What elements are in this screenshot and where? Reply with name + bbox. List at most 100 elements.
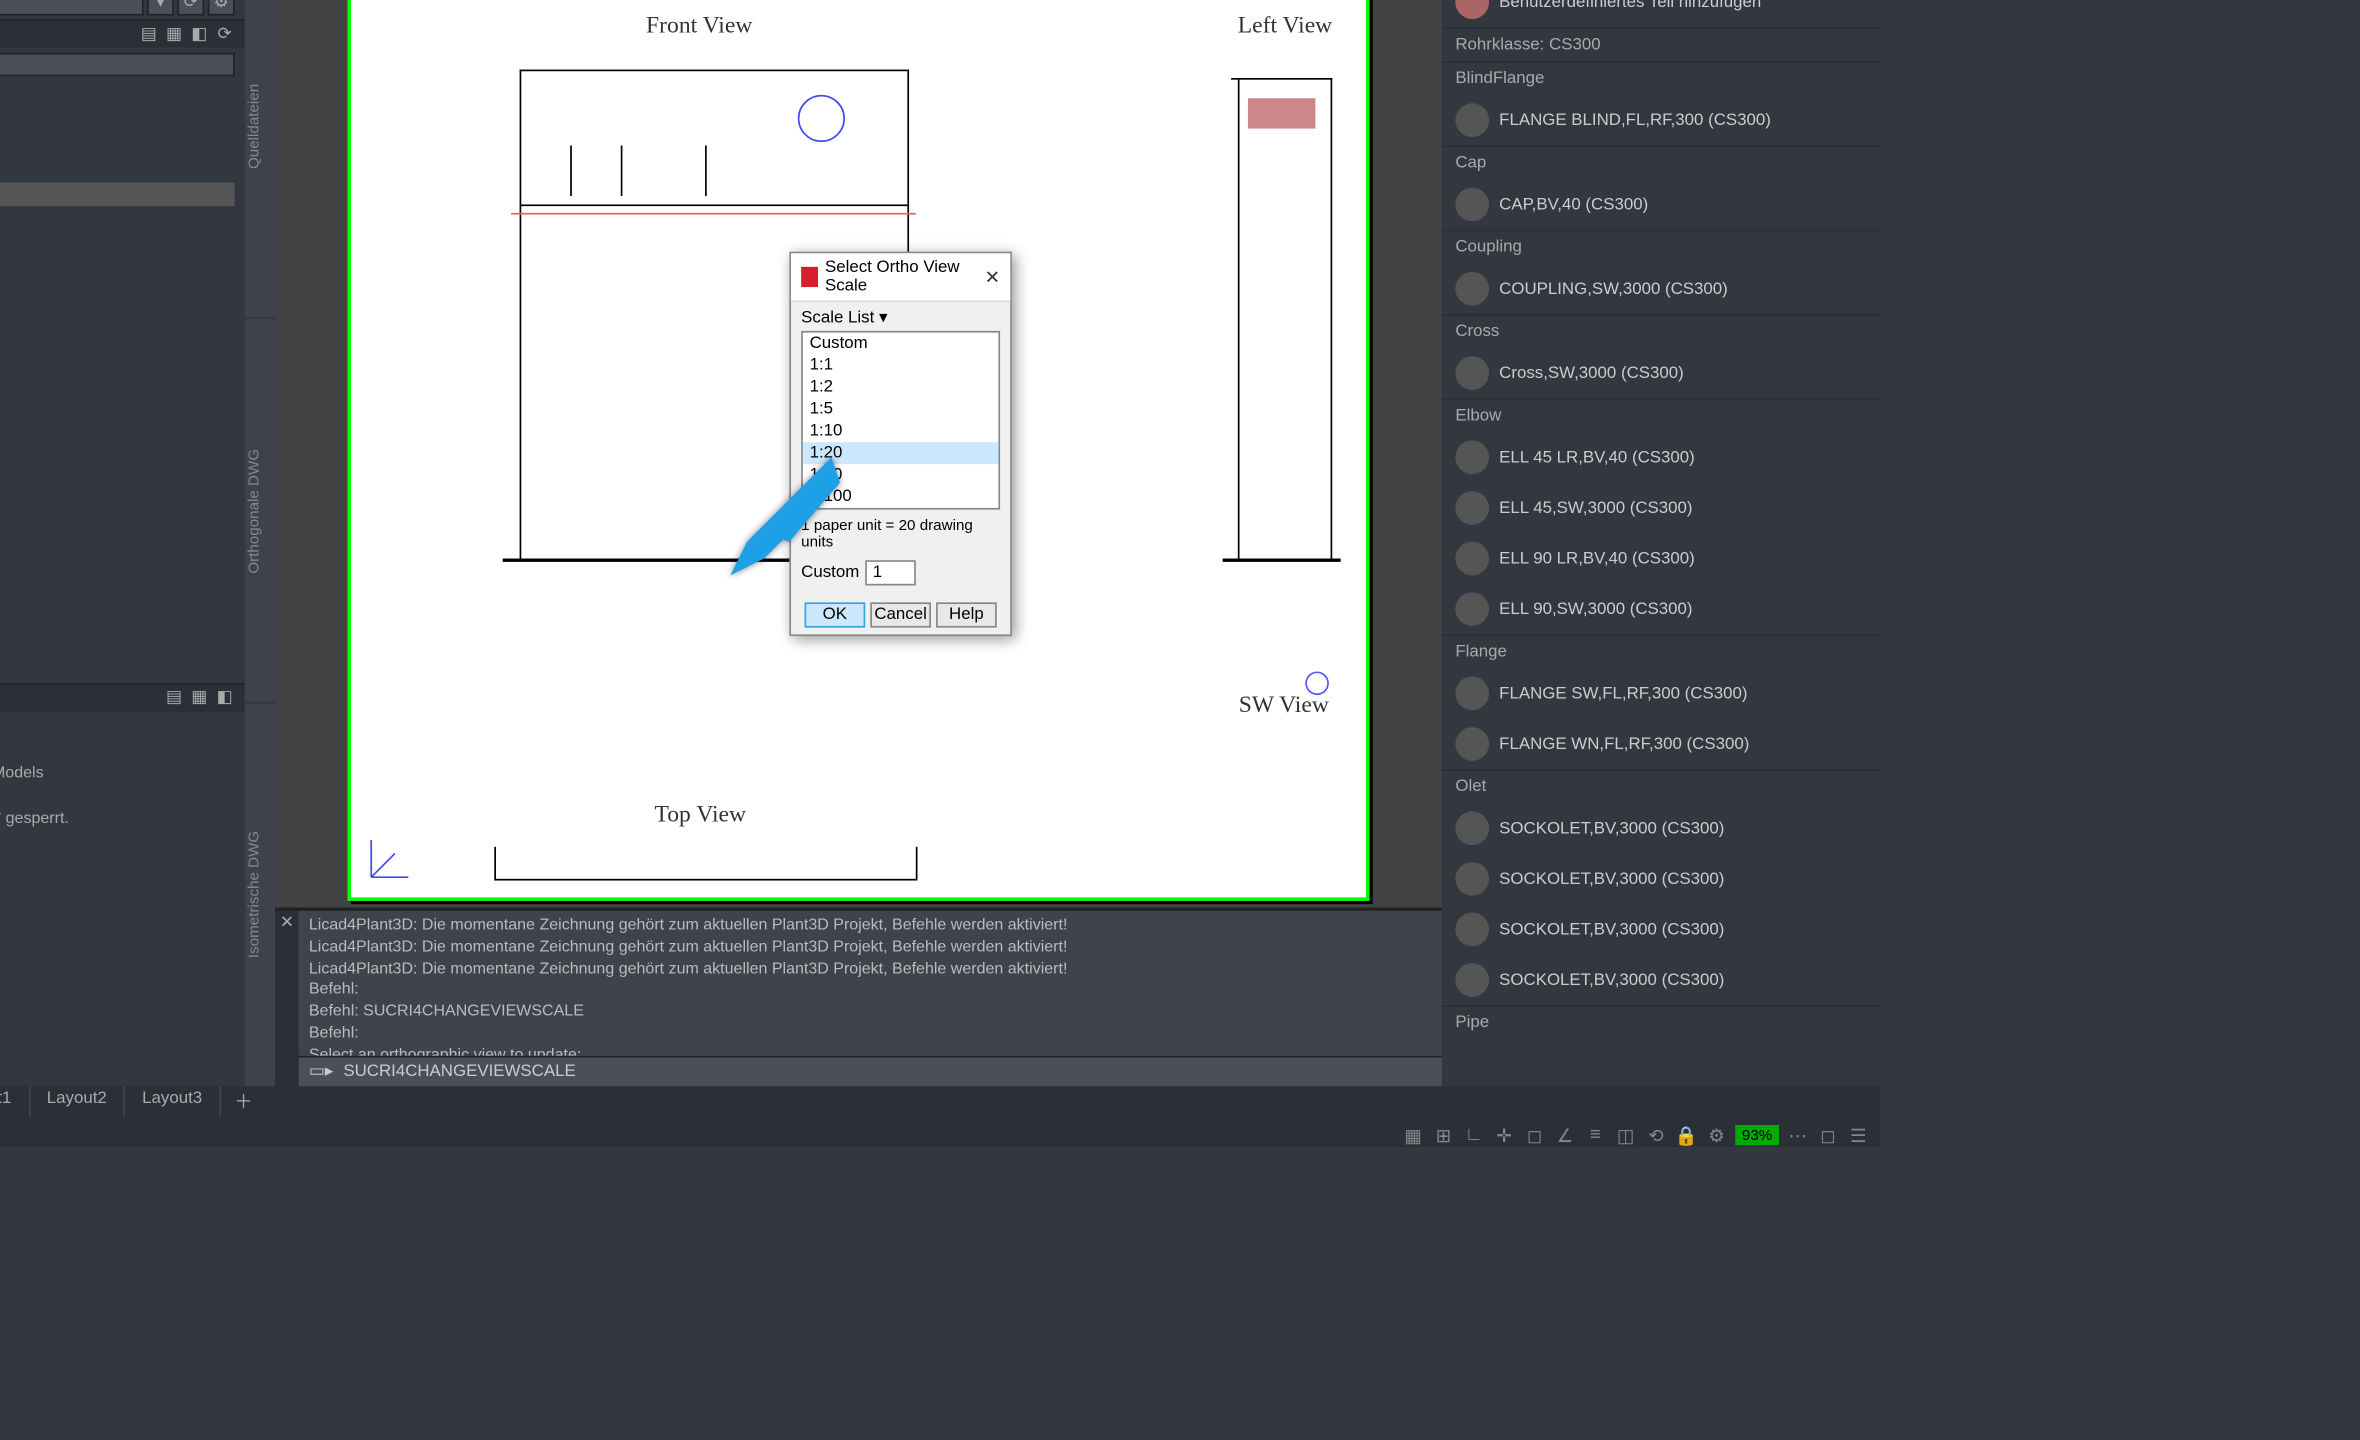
tree-node[interactable]: Demo2 xyxy=(0,183,235,207)
ortho-icon[interactable]: ∟ xyxy=(1462,1123,1486,1147)
dialog-title: Select Ortho View Scale xyxy=(825,258,978,295)
command-close-icon[interactable]: ✕ xyxy=(275,911,299,1086)
command-window: ✕ Licad4Plant3D: Die momentane Zeichnung… xyxy=(275,908,1442,1087)
layout-add-button[interactable]: ＋ xyxy=(221,1085,267,1119)
palette-item[interactable]: CAP,BV,40 (CS300) xyxy=(1442,179,1880,230)
palette-category: Olet xyxy=(1442,769,1880,803)
scale-option[interactable]: 1:5 xyxy=(803,398,999,420)
scale-list-label: Scale List ▾ xyxy=(801,309,1000,328)
lineweight-icon[interactable]: ≡ xyxy=(1583,1123,1607,1147)
layout-tab[interactable]: Layout3 xyxy=(125,1086,220,1116)
gear-icon[interactable]: ⚙ xyxy=(1705,1123,1729,1147)
tree-node[interactable]: +Rohrklassen xyxy=(0,253,235,277)
transparency-icon[interactable]: ◫ xyxy=(1614,1123,1638,1147)
project-manager-panel: PROJEKTMANAGER ✕ Aktuelles Projekt: ▾ ⟳ … xyxy=(0,0,245,1086)
dialog-close-icon[interactable]: ✕ xyxy=(985,266,1001,288)
palette-item[interactable]: ELL 45 LR,BV,40 (CS300) xyxy=(1442,432,1880,483)
snap-icon[interactable]: ⊞ xyxy=(1432,1123,1456,1147)
part-icon xyxy=(1455,963,1489,997)
scale-option[interactable]: 1:100 xyxy=(803,486,999,508)
dialog-app-icon xyxy=(801,267,818,287)
osnap-icon[interactable]: ◻ xyxy=(1523,1123,1547,1147)
tree-icon-2[interactable]: ▦ xyxy=(164,24,184,44)
paper-space[interactable]: 123456 Front View Left View Top View SW … xyxy=(275,0,1442,908)
palette-item[interactable]: ELL 45,SW,3000 (CS300) xyxy=(1442,483,1880,534)
layout-tab[interactable]: Layout2 xyxy=(30,1086,125,1116)
sw-view-label: SW View xyxy=(1239,693,1329,720)
palette-item[interactable]: ELL 90,SW,3000 (CS300) xyxy=(1442,584,1880,635)
details-icon-3[interactable]: ◧ xyxy=(214,687,234,707)
scale-option[interactable]: 1:50 xyxy=(803,464,999,486)
polar-icon[interactable]: ✛ xyxy=(1492,1123,1516,1147)
side-tab[interactable]: Isometrische DWG xyxy=(245,702,275,1086)
project-combo[interactable] xyxy=(0,0,144,16)
tree-search-input[interactable] xyxy=(0,53,235,77)
front-view-label: Front View xyxy=(646,14,752,41)
tree-icon-4[interactable]: ⟳ xyxy=(214,24,234,44)
scale-option[interactable]: 1:2 xyxy=(803,376,999,398)
command-line[interactable]: ▭▸ SUCRI4CHANGEVIEWSCALE xyxy=(299,1056,1442,1086)
drawing-area: QuelldateienOrthogonale DWGIsometrische … xyxy=(245,0,1442,1086)
tree-node[interactable]: Demo xyxy=(0,159,235,183)
scale-list[interactable]: Custom1:11:21:51:101:201:501:100 xyxy=(801,331,1000,510)
palette-category: Flange xyxy=(1442,634,1880,668)
project-settings-icon[interactable]: ⚙ xyxy=(208,0,235,16)
project-refresh-icon[interactable]: ⟳ xyxy=(177,0,204,16)
part-icon xyxy=(1455,272,1489,306)
clean-screen-icon[interactable]: ◻ xyxy=(1816,1123,1840,1147)
palette-category: Cross xyxy=(1442,314,1880,348)
palette-item[interactable]: FLANGE SW,FL,RF,300 (CS300) xyxy=(1442,668,1880,719)
otrack-icon[interactable]: ∠ xyxy=(1553,1123,1577,1147)
palette-item[interactable]: FLANGE BLIND,FL,RF,300 (CS300) xyxy=(1442,95,1880,146)
palette-item[interactable]: Cross,SW,3000 (CS300) xyxy=(1442,348,1880,399)
palette-item[interactable]: SOCKOLET,BV,3000 (CS300) xyxy=(1442,955,1880,1006)
ok-button[interactable]: OK xyxy=(805,602,866,627)
tree-node[interactable]: siFramo_Typicals_StützeF80 xyxy=(0,206,235,230)
tree-node[interactable]: −Plant 3D-Zeichnungen xyxy=(0,135,235,159)
tree-node[interactable]: +Zugehörige Dateien xyxy=(0,277,235,301)
part-icon xyxy=(1455,727,1489,761)
scale-option[interactable]: 1:10 xyxy=(803,420,999,442)
layout-tab[interactable]: Layout1 xyxy=(0,1086,30,1116)
palette-item[interactable]: SOCKOLET,BV,3000 (CS300) xyxy=(1442,904,1880,955)
side-tabs: QuelldateienOrthogonale DWGIsometrische … xyxy=(245,0,275,1086)
scale-option[interactable]: 1:1 xyxy=(803,355,999,377)
scale-option[interactable]: 1:20 xyxy=(803,442,999,464)
help-button[interactable]: Help xyxy=(936,602,997,627)
part-icon xyxy=(1455,811,1489,845)
custom-scale-label: Custom xyxy=(801,564,859,583)
tree-node[interactable]: Typicals_140 xyxy=(0,230,235,254)
drawing-sheet: 123456 Front View Left View Top View SW … xyxy=(348,0,1370,901)
tree-node[interactable]: +P&ID-Zeichnungen xyxy=(0,112,235,136)
custom-scale-input[interactable] xyxy=(866,560,917,585)
part-icon xyxy=(1455,491,1489,525)
palette-item[interactable]: SOCKOLET,BV,3000 (CS300) xyxy=(1442,854,1880,905)
customize-icon[interactable]: ☰ xyxy=(1846,1123,1870,1147)
details-icon-1[interactable]: ▤ xyxy=(164,687,184,707)
cycling-icon[interactable]: ⟲ xyxy=(1644,1123,1668,1147)
cancel-button[interactable]: Cancel xyxy=(870,602,931,627)
ucs-icon xyxy=(368,830,419,881)
pipe-class-label: Rohrklasse: CS300 xyxy=(1442,27,1880,61)
scale-option[interactable]: Custom xyxy=(803,333,999,355)
tree-node[interactable]: −SuCri_Installation xyxy=(0,88,235,112)
part-icon xyxy=(1455,592,1489,626)
palette-item[interactable]: SOCKOLET,BV,3000 (CS300) xyxy=(1442,803,1880,854)
tree-icon-1[interactable]: ▤ xyxy=(139,24,159,44)
project-section-header: Projekt ▤ ▦ ◧ ⟳ xyxy=(0,19,245,48)
palette-item[interactable]: COUPLING,SW,3000 (CS300) xyxy=(1442,263,1880,314)
palette-item[interactable]: FLANGE WN,FL,RF,300 (CS300) xyxy=(1442,719,1880,770)
add-custom-part[interactable]: Benutzerdefiniertes Teil hinzufügen xyxy=(1442,0,1880,27)
details-icon-2[interactable]: ▦ xyxy=(189,687,209,707)
combo-dropdown-icon[interactable]: ▾ xyxy=(147,0,174,16)
side-tab[interactable]: Orthogonale DWG xyxy=(245,317,275,701)
status-more-icon[interactable]: ⋯ xyxy=(1786,1123,1810,1147)
left-view-label: Left View xyxy=(1238,14,1333,41)
zoom-value[interactable]: 93% xyxy=(1735,1125,1779,1145)
part-icon xyxy=(1455,188,1489,222)
tree-icon-3[interactable]: ◧ xyxy=(189,24,209,44)
grid-icon[interactable]: ▦ xyxy=(1401,1123,1425,1147)
annoscale-icon[interactable]: 🔒 xyxy=(1674,1123,1698,1147)
palette-item[interactable]: ELL 90 LR,BV,40 (CS300) xyxy=(1442,533,1880,584)
side-tab[interactable]: Quelldateien xyxy=(245,0,275,317)
